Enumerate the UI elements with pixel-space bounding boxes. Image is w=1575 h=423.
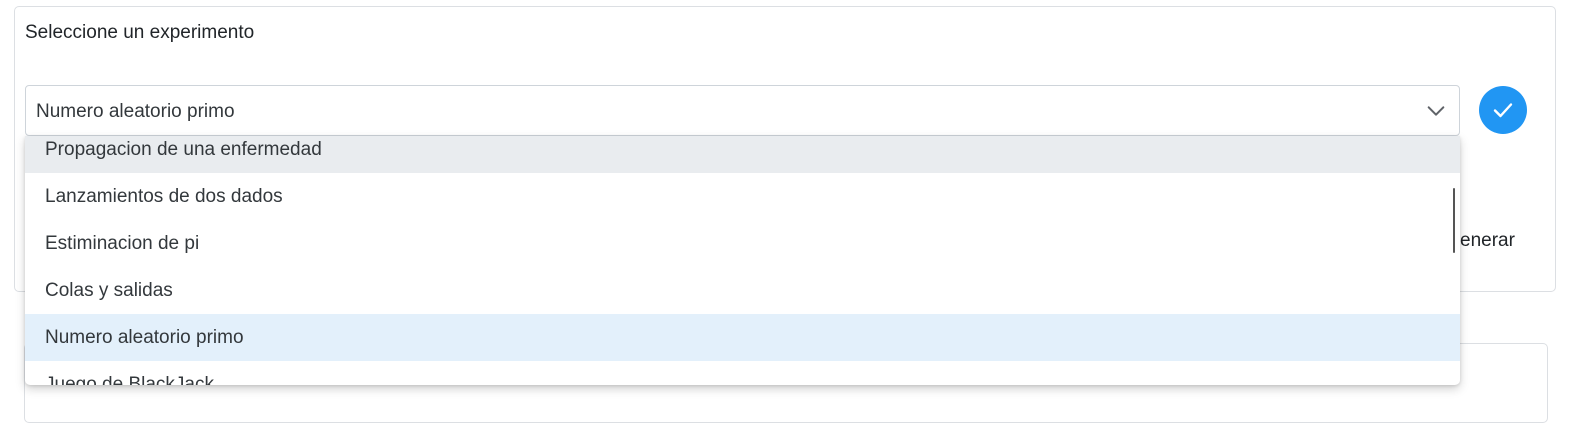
select-value: Numero aleatorio primo bbox=[36, 101, 235, 122]
option-lanzamientos[interactable]: Lanzamientos de dos dados bbox=[25, 173, 1460, 220]
chevron-down-icon bbox=[1427, 106, 1445, 116]
option-list: Propagacion de una enfermedad Lanzamient… bbox=[25, 136, 1460, 385]
dropdown-menu: Propagacion de una enfermedad Lanzamient… bbox=[25, 136, 1460, 385]
option-propagacion[interactable]: Propagacion de una enfermedad bbox=[25, 136, 1460, 173]
option-estiminacion-pi[interactable]: Estiminacion de pi bbox=[25, 220, 1460, 267]
experiment-select[interactable]: Numero aleatorio primo bbox=[25, 85, 1460, 136]
confirm-button[interactable] bbox=[1479, 86, 1527, 134]
option-blackjack[interactable]: Juego de BlackJack bbox=[25, 361, 1460, 385]
option-numero-aleatorio-primo[interactable]: Numero aleatorio primo bbox=[25, 314, 1460, 361]
option-colas-salidas[interactable]: Colas y salidas bbox=[25, 267, 1460, 314]
card-title: Seleccione un experimento bbox=[25, 22, 255, 43]
dropdown-scrollbar[interactable] bbox=[1453, 188, 1455, 253]
generate-button[interactable]: enerar bbox=[1460, 230, 1515, 252]
check-icon bbox=[1493, 103, 1513, 118]
